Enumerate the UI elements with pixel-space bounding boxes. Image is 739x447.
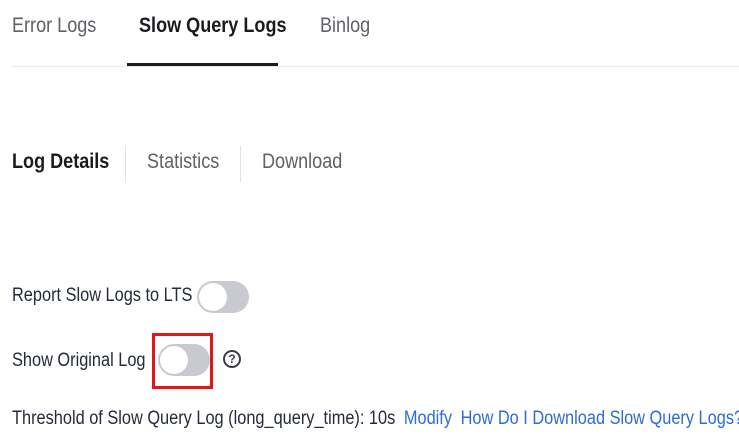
- subtab-divider: [240, 146, 241, 182]
- report-lts-toggle[interactable]: [197, 281, 249, 313]
- show-original-log-toggle[interactable]: [158, 344, 210, 376]
- toggle-knob: [199, 283, 227, 311]
- threshold-text: Threshold of Slow Query Log (long_query_…: [12, 408, 396, 429]
- tab-error-logs[interactable]: Error Logs: [12, 14, 96, 38]
- report-lts-label: Report Slow Logs to LTS: [12, 285, 193, 306]
- download-help-link[interactable]: How Do I Download Slow Query Logs?: [461, 408, 739, 429]
- threshold-info: Threshold of Slow Query Log (long_query_…: [12, 408, 739, 430]
- question-circle-icon[interactable]: ?: [223, 350, 241, 368]
- subtab-divider: [125, 146, 126, 182]
- toggle-knob: [160, 346, 188, 374]
- modify-link[interactable]: Modify: [404, 408, 452, 429]
- subtab-log-details[interactable]: Log Details: [12, 150, 109, 174]
- show-original-log-label: Show Original Log: [12, 350, 146, 371]
- tab-binlog[interactable]: Binlog: [320, 14, 370, 38]
- tab-slow-query-logs[interactable]: Slow Query Logs: [139, 14, 287, 38]
- active-tab-indicator: [127, 63, 278, 66]
- subtab-download[interactable]: Download: [262, 150, 342, 174]
- log-type-tabs: Error Logs Slow Query Logs Binlog: [12, 0, 739, 67]
- subtab-statistics[interactable]: Statistics: [147, 150, 219, 174]
